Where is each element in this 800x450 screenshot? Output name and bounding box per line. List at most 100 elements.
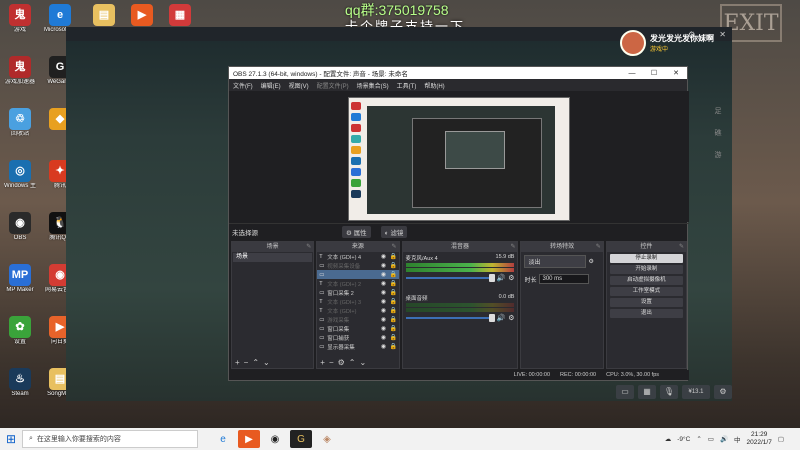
search-box[interactable]: ⌕ 在这里输入你要搜索的内容: [22, 430, 198, 448]
edge-icon[interactable]: e: [212, 430, 234, 448]
desktop-icon[interactable]: ✿ 设置: [4, 316, 36, 346]
desktop-icon[interactable]: 鬼游戏加速器: [4, 56, 36, 86]
gear-icon[interactable]: ⚙: [508, 314, 514, 322]
desktop-icon[interactable]: ▤: [88, 4, 120, 27]
source-item[interactable]: T 文本 (GDI+) 2 ◉ 🔒: [317, 279, 398, 288]
source-item[interactable]: T 文本 (GDI+) 4 ◉ 🔒: [317, 252, 398, 261]
streamer-card[interactable]: 发光发光发你妹啊 游戏中: [620, 30, 714, 56]
down-icon[interactable]: ⌄: [359, 358, 366, 367]
lock-icon[interactable]: 🔒: [389, 334, 399, 341]
eye-icon[interactable]: ◉: [379, 316, 389, 323]
menu-item[interactable]: 帮助(H): [424, 81, 444, 90]
filters-button[interactable]: ◐ 滤镜: [380, 225, 408, 238]
up-icon[interactable]: ⌃: [252, 358, 259, 367]
game-icon[interactable]: ◈: [316, 430, 338, 448]
source-item[interactable]: ▭ 窗口采集 2 ◉ 🔒: [317, 288, 398, 297]
properties-button[interactable]: ⚙ 属性: [342, 225, 371, 238]
chevron-up-icon[interactable]: ⌃: [696, 435, 701, 443]
gear-icon[interactable]: ⚙: [338, 358, 345, 367]
scene-item[interactable]: 场景: [233, 253, 313, 262]
remove-icon[interactable]: −: [244, 358, 249, 367]
maximize-icon[interactable]: ☐: [643, 69, 665, 77]
source-item[interactable]: T 文本 (GDI+) 3 ◉ 🔒: [317, 297, 398, 306]
desktop-icon[interactable]: ♨ Steam: [4, 368, 36, 398]
ime-icon[interactable]: 中: [734, 434, 741, 444]
menu-item[interactable]: 工具(T): [397, 81, 417, 90]
desktop-icon[interactable]: ▦: [164, 4, 196, 27]
gear-icon[interactable]: ⚙: [508, 274, 514, 282]
mic-icon[interactable]: 🎙: [660, 385, 678, 399]
windows-start-icon[interactable]: ⊞: [0, 428, 22, 450]
eye-icon[interactable]: ◉: [379, 262, 389, 269]
weather-icon[interactable]: ☁: [665, 435, 672, 443]
lock-icon[interactable]: 🔒: [389, 280, 399, 287]
add-icon[interactable]: +: [320, 358, 325, 367]
obs-icon[interactable]: ◉: [264, 430, 286, 448]
lock-icon[interactable]: 🔒: [389, 271, 399, 278]
menu-item[interactable]: 配置文件(P): [317, 81, 349, 90]
gear-icon[interactable]: ⚙: [714, 385, 732, 399]
transition-select[interactable]: 淡出: [524, 255, 587, 268]
lock-icon[interactable]: 🔒: [389, 343, 399, 350]
eye-icon[interactable]: ◉: [379, 343, 389, 350]
source-item[interactable]: ▭ 游戏采集 ◉ 🔒: [317, 315, 398, 324]
source-item[interactable]: ▭ 窗口捕获 ◉ 🔒: [317, 333, 398, 342]
desktop-icon[interactable]: ♲ 回收站: [4, 108, 36, 138]
eye-icon[interactable]: ◉: [379, 325, 389, 332]
lock-icon[interactable]: 🔒: [389, 298, 399, 305]
control-button[interactable]: 开始录制: [609, 265, 684, 274]
desktop-icon[interactable]: ◉ OBS: [4, 212, 36, 242]
eye-icon[interactable]: ◉: [379, 271, 389, 278]
up-icon[interactable]: ⌃: [349, 358, 356, 367]
gear-icon[interactable]: ⚙: [588, 258, 593, 265]
lock-icon[interactable]: 🔒: [389, 253, 399, 260]
app-icon[interactable]: ▶: [238, 430, 260, 448]
menu-item[interactable]: 编辑(E): [261, 81, 281, 90]
volume-slider[interactable]: [405, 314, 496, 322]
eye-icon[interactable]: ◉: [379, 334, 389, 341]
eye-icon[interactable]: ◉: [379, 280, 389, 287]
control-button[interactable]: 设置: [609, 298, 684, 307]
image-icon[interactable]: ▦: [638, 385, 656, 399]
eye-icon[interactable]: ◉: [379, 289, 389, 296]
eye-icon[interactable]: ◉: [379, 253, 389, 260]
source-item[interactable]: ▭ 窗口采集 ◉ 🔒: [317, 324, 398, 333]
menu-item[interactable]: 文件(F): [233, 81, 253, 90]
speaker-icon[interactable]: 🔊: [720, 435, 728, 443]
chat-icon[interactable]: ▭: [616, 385, 634, 399]
source-item[interactable]: ▭ 显示器采集 ◉ 🔒: [317, 342, 398, 351]
desktop-icon[interactable]: MP MP Maker: [4, 264, 36, 294]
preview-canvas[interactable]: [348, 97, 570, 221]
lock-icon[interactable]: 🔒: [389, 262, 399, 269]
menu-item[interactable]: 场景集合(S): [357, 81, 389, 90]
volume-slider[interactable]: [405, 274, 496, 282]
eye-icon[interactable]: ◉: [379, 307, 389, 314]
lock-icon[interactable]: 🔒: [389, 316, 399, 323]
clock[interactable]: 21:29 2022/1/7: [747, 431, 772, 447]
desktop-icon[interactable]: ◎Windows 主题: [4, 160, 36, 190]
speaker-icon[interactable]: 🔊: [496, 314, 505, 322]
close-icon[interactable]: ✕: [719, 30, 726, 39]
duration-input[interactable]: 300 ms: [538, 274, 589, 284]
control-button[interactable]: 退出: [609, 309, 684, 318]
menu-item[interactable]: 视图(V): [289, 81, 309, 90]
control-button[interactable]: 工作室模式: [609, 287, 684, 296]
source-item[interactable]: ▭ 视频采集设备 ◉ 🔒: [317, 261, 398, 270]
close-icon[interactable]: ✕: [665, 69, 687, 77]
source-item[interactable]: T 文本 (GDI+) ◉ 🔒: [317, 306, 398, 315]
lock-icon[interactable]: 🔒: [389, 289, 399, 296]
desktop-icon[interactable]: ▶: [126, 4, 158, 27]
down-icon[interactable]: ⌄: [263, 358, 270, 367]
speaker-icon[interactable]: 🔊: [496, 274, 505, 282]
notification-icon[interactable]: ▢: [778, 435, 784, 443]
source-item[interactable]: ▭ ◉ 🔒: [317, 270, 399, 279]
minimize-icon[interactable]: —: [621, 70, 643, 77]
desktop-icon[interactable]: 鬼游戏: [4, 4, 36, 34]
add-icon[interactable]: +: [235, 358, 240, 367]
remove-icon[interactable]: −: [329, 358, 334, 367]
eye-icon[interactable]: ◉: [379, 298, 389, 305]
control-button[interactable]: 启动虚拟摄像机: [609, 276, 684, 285]
network-icon[interactable]: ▭: [708, 435, 714, 443]
control-button[interactable]: 停止录制: [609, 254, 684, 263]
lock-icon[interactable]: 🔒: [389, 307, 399, 314]
